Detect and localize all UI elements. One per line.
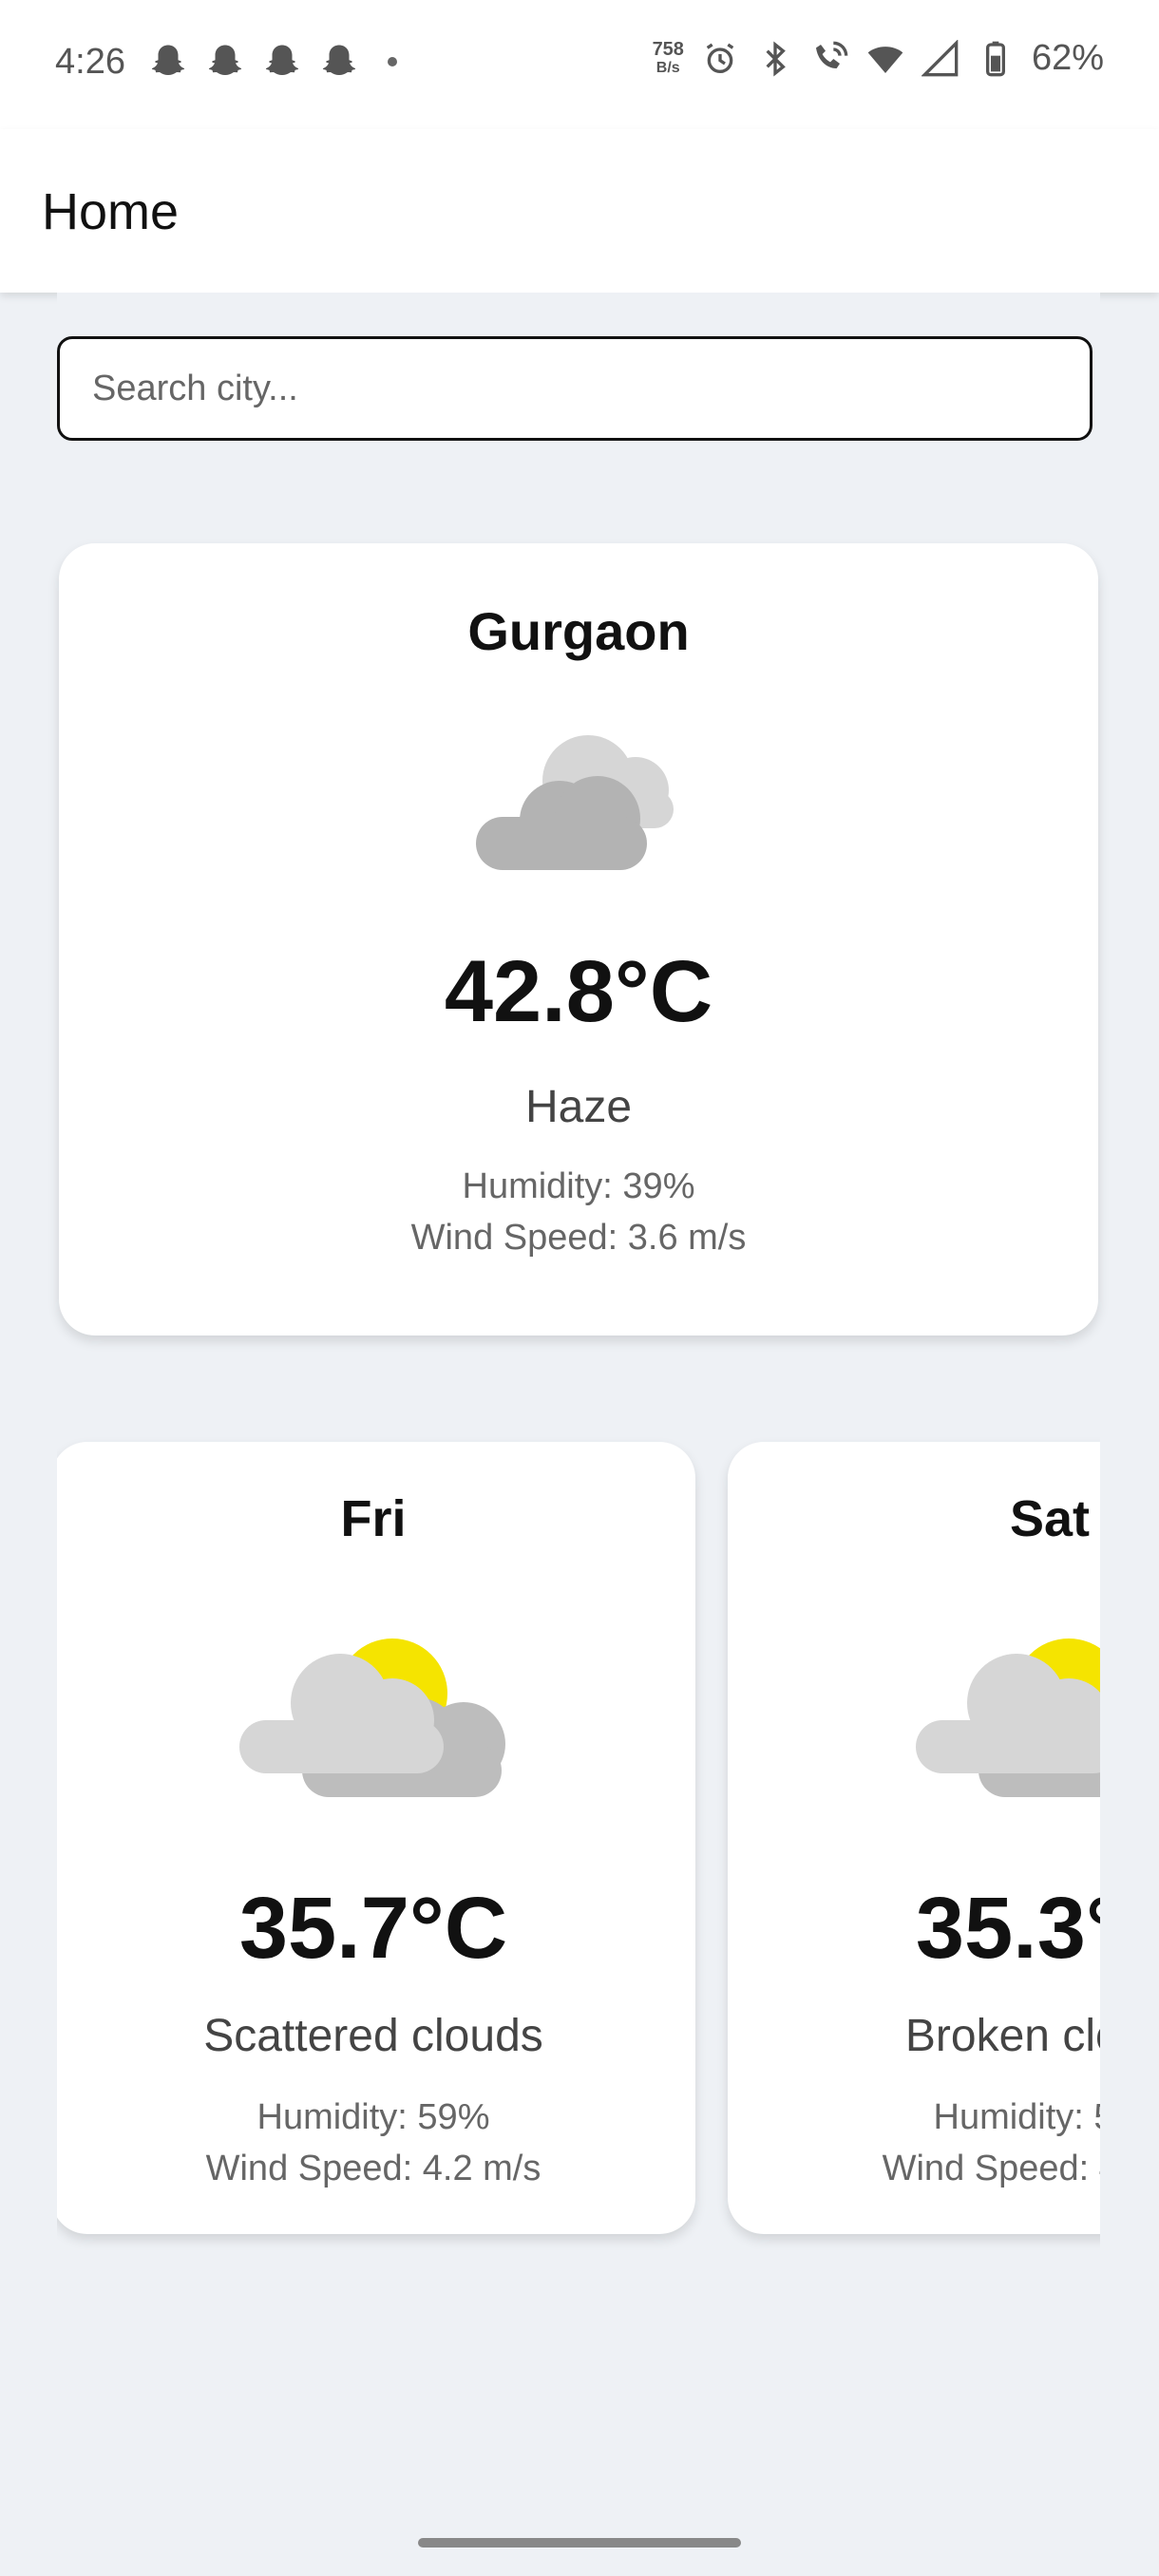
forecast-humidity: Humidity: 59%: [256, 2097, 490, 2137]
snapchat-icon: [208, 45, 242, 75]
city-name: Gurgaon: [467, 601, 690, 661]
forecast-description: Scattered clouds: [203, 2011, 543, 2061]
more-notifications-dot: [388, 57, 397, 66]
network-speed-value: 758: [652, 38, 684, 60]
alarm-icon: [706, 43, 734, 73]
forecast-day: Sat: [1009, 1490, 1091, 1547]
forecast-description: Broken clouds: [904, 2011, 1100, 2061]
forecast-card[interactable]: Sat 35.3°C Broken clouds Humidity: 59% W…: [728, 1442, 1100, 2234]
battery-percent: 62%: [1031, 38, 1104, 78]
snapchat-icon: [322, 45, 356, 75]
system-icons: 758 B/s 62%: [653, 38, 1104, 79]
battery-icon: [985, 41, 1005, 76]
wifi-icon: [867, 46, 903, 73]
current-temperature: 42.8°C: [444, 943, 713, 1040]
bluetooth-icon: [766, 41, 786, 76]
main-content: Gurgaon 42.8°C Haze Humidity: 39% Wind S…: [57, 293, 1100, 2576]
notification-icons: [148, 42, 397, 82]
snapchat-icon: [151, 45, 185, 75]
network-speed: 758 B/s: [653, 40, 684, 78]
forecast-list[interactable]: Fri 35.7°C Scattered clouds Humidity: 59…: [57, 1432, 1100, 2259]
forecast-humidity: Humidity: 59%: [933, 2097, 1101, 2137]
home-indicator[interactable]: [418, 2538, 741, 2548]
forecast-card[interactable]: Fri 35.7°C Scattered clouds Humidity: 59…: [57, 1442, 695, 2234]
wifi-call-icon: [815, 41, 848, 68]
status-time: 4:26: [55, 42, 125, 82]
search-city-input[interactable]: [57, 336, 1092, 441]
forecast-day: Fri: [340, 1490, 407, 1547]
snapchat-icon: [265, 45, 299, 75]
partly-cloudy-icon: [916, 1638, 1100, 1797]
forecast-wind-speed: Wind Speed: 4.2 m/s: [205, 2149, 542, 2188]
weather-description: Haze: [524, 1082, 633, 1132]
humidity-text: Humidity: 39%: [462, 1166, 695, 1206]
wind-speed-text: Wind Speed: 3.6 m/s: [410, 1218, 747, 1258]
partly-cloudy-icon: [239, 1638, 505, 1797]
forecast-temperature: 35.7°C: [238, 1880, 508, 1977]
page-title: Home: [42, 183, 180, 240]
signal-icon: [921, 39, 959, 76]
current-weather-card: Gurgaon 42.8°C Haze Humidity: 39% Wind S…: [59, 543, 1098, 1335]
status-bar: 4:26 758 B/s 62%: [0, 0, 1159, 129]
app-bar: Home: [0, 129, 1159, 293]
cloudy-icon: [476, 735, 674, 870]
forecast-temperature: 35.3°C: [915, 1880, 1100, 1977]
network-speed-unit: B/s: [656, 59, 680, 76]
forecast-wind-speed: Wind Speed: 4.2 m/s: [882, 2149, 1100, 2188]
